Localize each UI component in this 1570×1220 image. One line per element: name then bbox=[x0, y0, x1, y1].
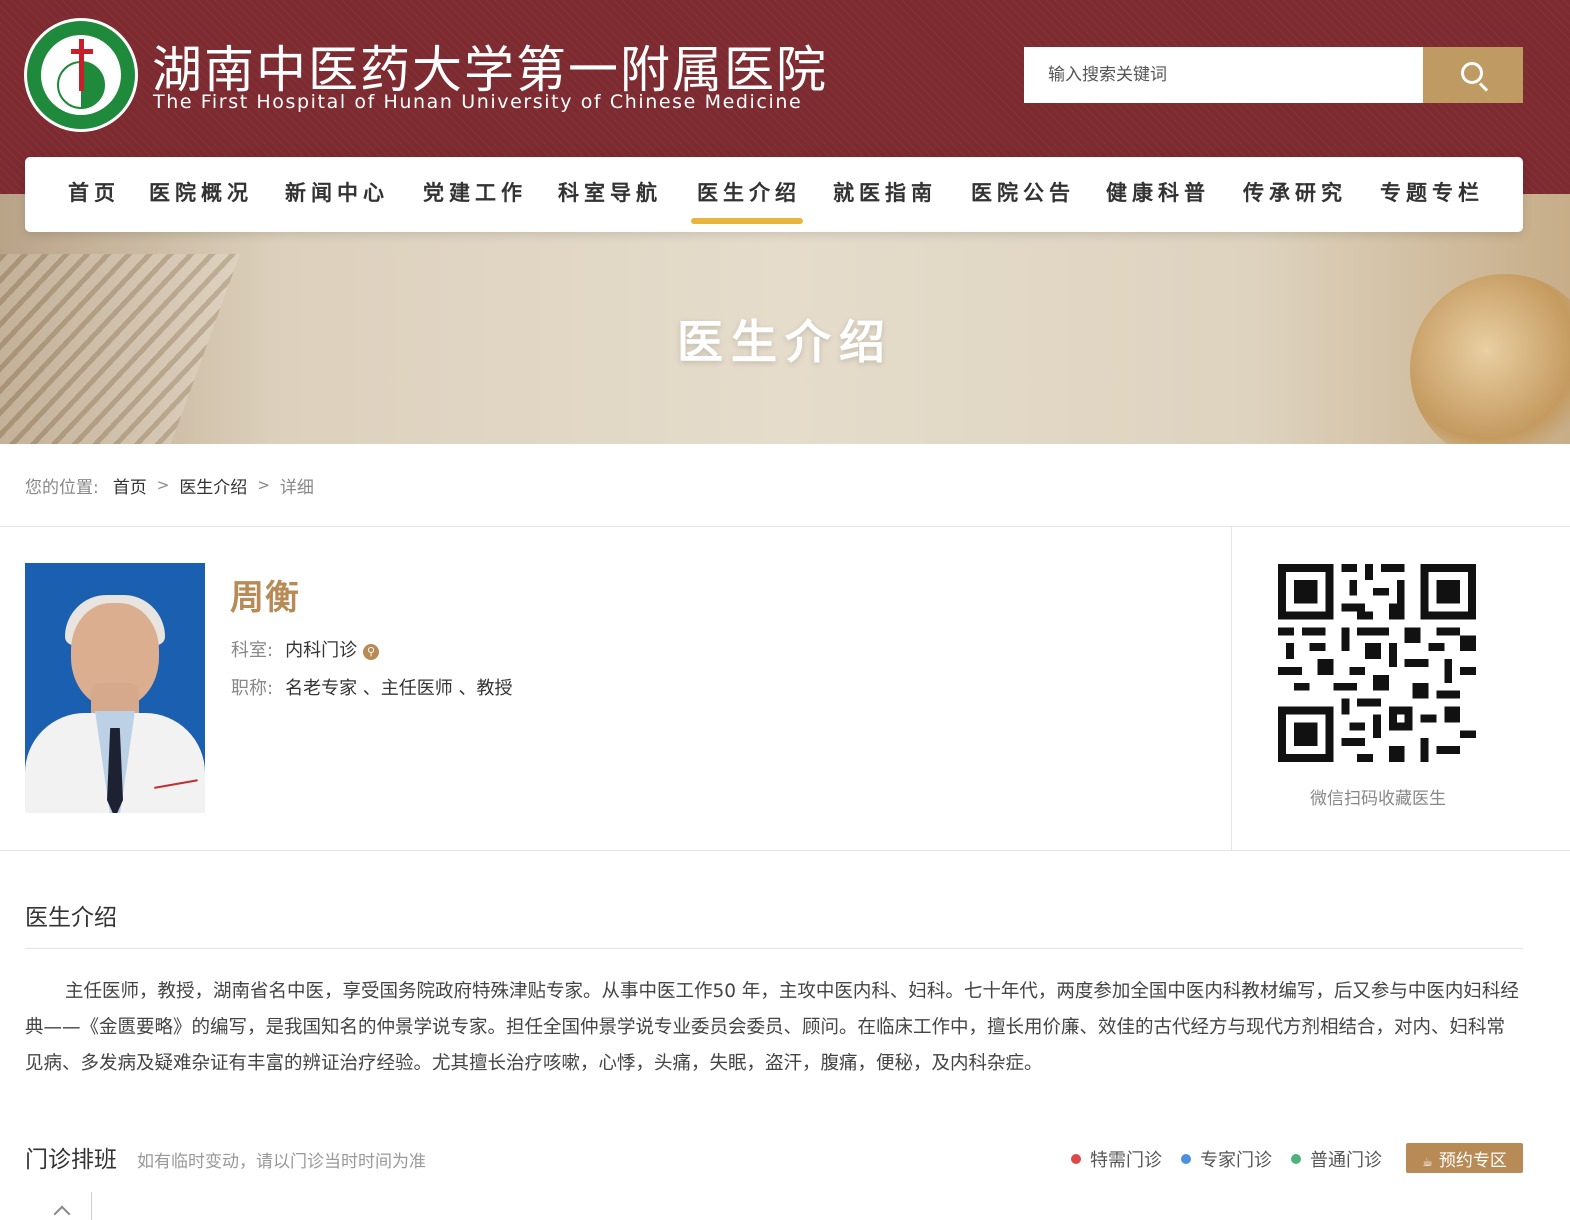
doctor-department-row: 科室: 内科门诊 ⚲ bbox=[231, 636, 380, 662]
main-nav: 首页 医院概况 新闻中心 党建工作 科室导航 医生介绍 就医指南 医院公告 健康… bbox=[25, 157, 1523, 232]
legend-expert: 专家门诊 bbox=[1181, 1146, 1272, 1172]
link-icon[interactable]: ⚲ bbox=[363, 644, 380, 660]
divider bbox=[25, 948, 1523, 949]
nav-item-notices[interactable]: 医院公告 bbox=[971, 157, 1075, 232]
nav-item-topics[interactable]: 专题专栏 bbox=[1380, 157, 1484, 232]
breadcrumb-home-link[interactable]: 首页 bbox=[113, 473, 147, 498]
chevron-up-icon[interactable] bbox=[53, 1205, 71, 1220]
breadcrumb: 您的位置: 首页 > 医生介绍 > 详细 bbox=[25, 470, 314, 500]
intro-heading: 医生介绍 bbox=[25, 905, 117, 931]
banner-title: 医生介绍 bbox=[677, 315, 893, 369]
doctor-photo bbox=[25, 563, 205, 813]
nav-item-health[interactable]: 健康科普 bbox=[1106, 157, 1210, 232]
hospital-english-name: The First Hospital of Hunan University o… bbox=[153, 91, 803, 113]
blue-dot-icon bbox=[1181, 1154, 1191, 1164]
intro-text: 主任医师，教授，湖南省名中医，享受国务院政府特殊津贴专家。从事中医工作50 年，… bbox=[25, 981, 1519, 1074]
department-link[interactable]: 内科门诊 bbox=[285, 640, 357, 661]
doctor-title: 名老专家 、主任医师 、教授 bbox=[285, 678, 513, 699]
hospital-logo-icon[interactable] bbox=[24, 18, 138, 132]
legend-general: 普通门诊 bbox=[1291, 1146, 1382, 1172]
search-button[interactable] bbox=[1423, 47, 1523, 103]
nav-item-news[interactable]: 新闻中心 bbox=[285, 157, 389, 232]
divider bbox=[0, 526, 1570, 527]
schedule-note: 如有临时变动，请以门诊当时时间为准 bbox=[137, 1152, 426, 1172]
breadcrumb-doctors-link[interactable]: 医生介绍 bbox=[179, 473, 247, 498]
title-label: 职称: bbox=[231, 678, 274, 699]
nav-item-overview[interactable]: 医院概况 bbox=[149, 157, 253, 232]
legend-special: 特需门诊 bbox=[1071, 1146, 1162, 1172]
schedule-heading: 门诊排班 bbox=[25, 1147, 117, 1173]
divider bbox=[0, 850, 1570, 851]
search-input[interactable] bbox=[1024, 47, 1424, 103]
green-dot-icon bbox=[1291, 1154, 1301, 1164]
chevron-right-icon: > bbox=[257, 476, 270, 494]
schedule-grid bbox=[91, 1192, 92, 1220]
nav-item-doctors[interactable]: 医生介绍 bbox=[691, 157, 803, 232]
nav-item-departments[interactable]: 科室导航 bbox=[558, 157, 662, 232]
doctor-name: 周衡 bbox=[230, 578, 300, 618]
chevron-right-icon: > bbox=[156, 476, 170, 494]
nav-item-research[interactable]: 传承研究 bbox=[1243, 157, 1347, 232]
doctor-title-row: 职称: 名老专家 、主任医师 、教授 bbox=[231, 674, 513, 700]
department-label: 科室: bbox=[231, 640, 274, 661]
nav-item-home[interactable]: 首页 bbox=[68, 157, 120, 232]
breadcrumb-label: 您的位置: bbox=[25, 477, 99, 498]
booking-icon: ☕ bbox=[1422, 1154, 1433, 1169]
search-icon bbox=[1461, 62, 1483, 84]
breadcrumb-current: 详细 bbox=[279, 477, 314, 498]
nav-item-party[interactable]: 党建工作 bbox=[423, 157, 527, 232]
red-dot-icon bbox=[1071, 1154, 1081, 1164]
qr-caption: 微信扫码收藏医生 bbox=[1310, 789, 1446, 809]
wechat-qr-code bbox=[1278, 564, 1476, 762]
booking-button[interactable]: ☕ 预约专区 bbox=[1406, 1143, 1523, 1173]
nav-item-guide[interactable]: 就医指南 bbox=[833, 157, 937, 232]
